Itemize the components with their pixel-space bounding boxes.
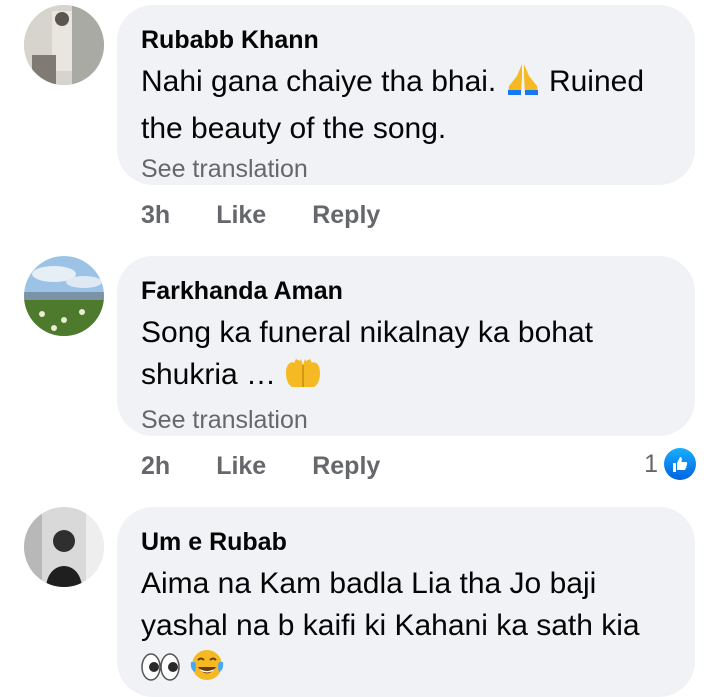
folded-hands-icon: [505, 62, 541, 108]
avatar[interactable]: [24, 507, 104, 587]
comment-text-part: Aima na Kam badla Lia tha Jo baji yashal…: [141, 567, 640, 642]
comment-time[interactable]: 2h: [141, 451, 170, 481]
like-button[interactable]: Like: [216, 451, 266, 481]
reply-button[interactable]: Reply: [312, 451, 380, 481]
comment-text: Nahi gana chaiye tha bhai. Ruined the be…: [141, 61, 671, 150]
comment-text: Aima na Kam badla Lia tha Jo baji yashal…: [141, 563, 671, 694]
see-translation-link[interactable]: See translation: [141, 405, 308, 435]
comment-author[interactable]: Um e Rubab: [141, 527, 671, 557]
face-with-tears-of-joy-icon: [189, 648, 225, 694]
eyes-icon: [141, 652, 181, 694]
avatar-photo: [24, 507, 104, 587]
comment-bubble: Um e Rubab Aima na Kam badla Lia tha Jo …: [117, 507, 695, 697]
see-translation-link[interactable]: See translation: [141, 154, 308, 184]
comment-actions: 3h Like Reply: [141, 200, 380, 230]
palms-up-together-icon: [284, 357, 322, 401]
comment-time[interactable]: 3h: [141, 200, 170, 230]
avatar[interactable]: [24, 256, 104, 336]
comment-bubble: Farkhanda Aman Song ka funeral nikalnay …: [117, 256, 695, 436]
comment-text-part: Nahi gana chaiye tha bhai.: [141, 65, 497, 98]
avatar-photo: [24, 256, 104, 336]
avatar[interactable]: [24, 5, 104, 85]
reaction-count: 1: [644, 449, 658, 478]
comment-text: Song ka funeral nikalnay ka bohat shukri…: [141, 312, 671, 401]
comment-bubble: Rubabb Khann Nahi gana chaiye tha bhai. …: [117, 5, 695, 185]
comment-text-part: Song ka funeral nikalnay ka bohat shukri…: [141, 316, 593, 391]
comment-actions: 2h Like Reply: [141, 451, 380, 481]
reply-button[interactable]: Reply: [312, 200, 380, 230]
reaction-summary[interactable]: 1: [644, 448, 696, 480]
comment-author[interactable]: Rubabb Khann: [141, 25, 671, 55]
comment-author[interactable]: Farkhanda Aman: [141, 276, 671, 306]
like-button[interactable]: Like: [216, 200, 266, 230]
like-icon: [664, 448, 696, 480]
avatar-photo: [24, 5, 104, 85]
